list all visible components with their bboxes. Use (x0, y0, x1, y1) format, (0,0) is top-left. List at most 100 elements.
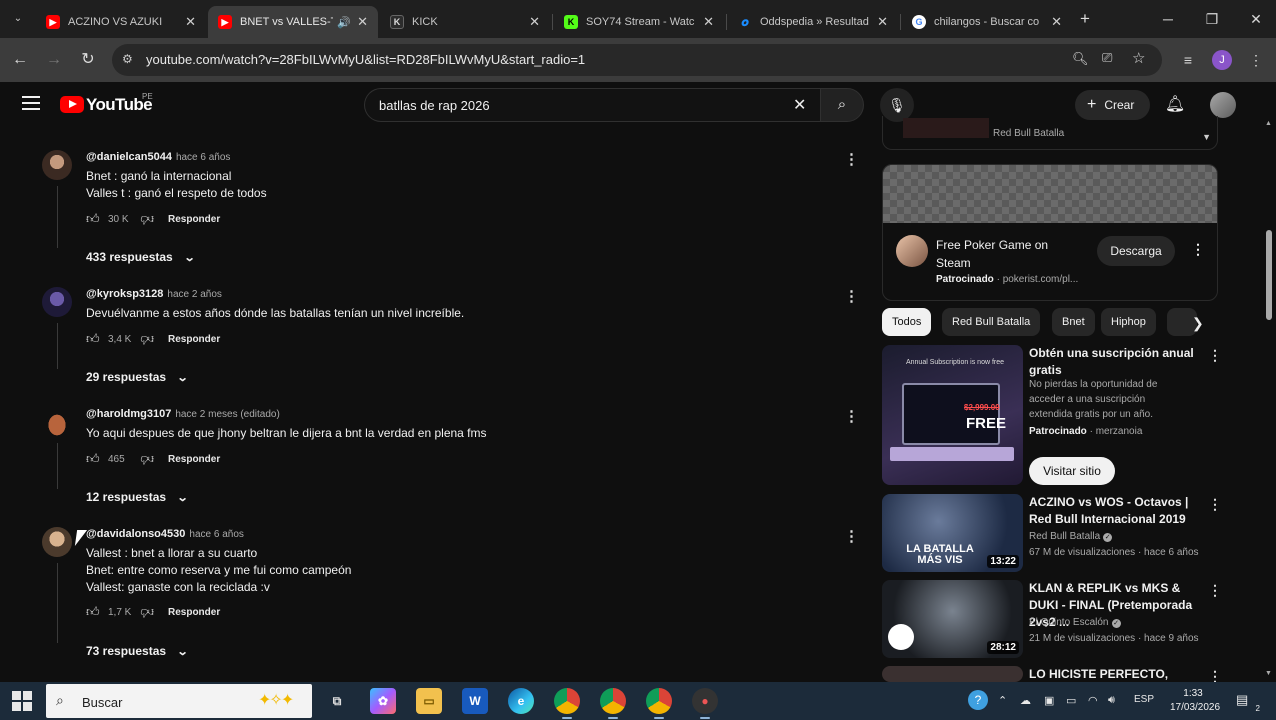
reply-button[interactable]: Responder (168, 607, 220, 618)
forward-button[interactable]: → (44, 50, 64, 70)
close-tab-icon[interactable]: ✕ (703, 14, 714, 30)
channel-name[interactable]: Red Bull Batalla (1029, 531, 1100, 542)
volume-icon[interactable]: 🔊︎ (1108, 694, 1115, 707)
ad-download-button[interactable]: Descarga (1097, 236, 1175, 266)
rec-channel[interactable]: El Quinto Escalón ✓ (1029, 615, 1121, 630)
account-avatar[interactable] (1210, 92, 1236, 118)
chevron-right-icon[interactable]: ❯ (1192, 315, 1204, 332)
comment-author[interactable]: @danielcan5044 (86, 151, 172, 163)
rec-channel[interactable]: Red Bull Batalla ✓ (1029, 529, 1113, 544)
reload-button[interactable]: ↻ (78, 50, 98, 70)
file-explorer-icon[interactable]: ▭ (416, 688, 442, 714)
comment-menu-icon[interactable]: ⋮ (844, 527, 859, 545)
chip-hiphop[interactable]: Hiphop (1101, 308, 1156, 336)
search-query[interactable]: batllas de rap 2026 (379, 98, 490, 113)
new-tab-button[interactable]: + (1076, 9, 1094, 29)
like-icon[interactable]: 👍︎ (86, 451, 102, 467)
tab-search-menu-button[interactable]: ⌄ (8, 10, 28, 28)
close-tab-icon[interactable]: ✕ (877, 14, 888, 30)
chrome-profile-icon[interactable] (646, 688, 672, 719)
recommended-video[interactable]: 28:12 KLAN & REPLIK vs MKS & DUKI - FINA… (882, 580, 1222, 658)
language-indicator[interactable]: ESP (1134, 694, 1154, 705)
chip-red-bull-batalla[interactable]: Red Bull Batalla (942, 308, 1041, 336)
comment-time[interactable]: hace 6 años (176, 152, 231, 163)
comment-menu-icon[interactable]: ⋮ (844, 287, 859, 305)
speaker-icon[interactable]: 🔊 (337, 16, 351, 29)
network-icon[interactable]: ▣ (1044, 694, 1054, 707)
tab-aczino[interactable]: ▶ ACZINO VS AZUKI ✕ (36, 6, 206, 38)
comment-menu-icon[interactable]: ⋮ (844, 407, 859, 425)
close-tab-icon[interactable]: ✕ (357, 14, 368, 30)
rec-title[interactable]: Obtén una suscripción anual gratis (1029, 345, 1199, 379)
dislike-icon[interactable]: 👍︎ (138, 211, 154, 227)
commenter-avatar[interactable] (42, 287, 72, 317)
view-replies-button[interactable]: 29 respuestas ⌄ (86, 370, 189, 384)
view-replies-button[interactable]: 433 respuestas ⌄ (86, 250, 195, 264)
close-window-button[interactable]: ✕ (1236, 8, 1276, 30)
tab-bnet-valles[interactable]: ▶ BNET vs VALLES-T 🔊 ✕ (208, 6, 378, 38)
taskbar-search-placeholder[interactable]: Buscar (82, 695, 122, 710)
comment-time[interactable]: hace 2 meses (editado) (175, 409, 280, 420)
rec-menu-icon[interactable]: ⋮ (1208, 496, 1222, 513)
tab-soy74[interactable]: K SOY74 Stream - Watc ✕ (554, 6, 724, 38)
recorder-app-icon[interactable]: ● (692, 688, 718, 719)
comment-author[interactable]: @haroldmg3107 (86, 408, 171, 420)
video-thumbnail[interactable] (882, 666, 1023, 682)
like-icon[interactable]: 👍︎ (86, 604, 102, 620)
windows-start-icon[interactable] (12, 691, 32, 711)
scroll-up-arrow-icon[interactable]: ▲ (1265, 120, 1272, 127)
zoom-icon[interactable]: 🔍︎ (1072, 51, 1089, 67)
page-scrollbar[interactable] (1266, 230, 1272, 320)
dislike-icon[interactable]: 👍︎ (138, 331, 154, 347)
ad-avatar[interactable] (896, 235, 928, 267)
maximize-button[interactable]: ❐ (1192, 8, 1232, 30)
rec-menu-icon[interactable]: ⋮ (1208, 347, 1222, 364)
ad-thumbnail[interactable]: Annual Subscription is now free $2,999.0… (882, 345, 1023, 485)
commenter-avatar[interactable] (42, 527, 72, 557)
notification-center-icon[interactable]: ▤ 2 (1236, 692, 1260, 713)
help-icon[interactable]: ? (968, 690, 988, 710)
visit-site-button[interactable]: Visitar sitio (1029, 457, 1115, 485)
rec-title[interactable]: LO HICISTE PERFECTO, PERO (1029, 666, 1199, 682)
word-icon[interactable]: W (462, 688, 488, 714)
chip-bnet[interactable]: Bnet (1052, 308, 1095, 336)
view-replies-button[interactable]: 12 respuestas ⌄ (86, 490, 189, 504)
recommended-video[interactable]: LO HICISTE PERFECTO, PERO ⋮ (882, 666, 1218, 682)
chrome-profile-icon[interactable] (600, 688, 626, 719)
dislike-icon[interactable]: 👍︎ (138, 604, 154, 620)
search-input[interactable]: batllas de rap 2026 ✕ (364, 88, 822, 122)
rec-title[interactable]: ACZINO vs WOS - Octavos | Red Bull Inter… (1029, 494, 1199, 528)
mix-channel-name[interactable]: Red Bull Batalla (993, 128, 1064, 139)
youtube-logo-icon[interactable] (60, 96, 84, 113)
video-thumbnail[interactable]: 28:12 (882, 580, 1023, 658)
sponsored-recommendation[interactable]: Annual Subscription is now free $2,999.0… (882, 345, 1222, 485)
rec-menu-icon[interactable]: ⋮ (1208, 582, 1222, 599)
comment-author[interactable]: @kyroksp3128 (86, 288, 163, 300)
close-tab-icon[interactable]: ✕ (185, 14, 196, 30)
close-tab-icon[interactable]: ✕ (1051, 14, 1062, 30)
url-text[interactable]: youtube.com/watch?v=28FbILWvMyU&list=RD2… (146, 52, 585, 67)
ad-menu-icon[interactable]: ⋮ (1191, 241, 1205, 258)
copilot-icon[interactable]: ✿ (370, 688, 396, 714)
onedrive-icon[interactable]: ☁ (1020, 694, 1031, 707)
install-app-icon[interactable]: ⎚ (1102, 50, 1112, 66)
expand-playlist-icon[interactable]: ▼ (1202, 132, 1211, 142)
video-thumbnail[interactable]: LA BATALLA MÁS VIS 13:22 (882, 494, 1023, 572)
rec-menu-icon[interactable]: ⋮ (1208, 668, 1218, 682)
profile-avatar[interactable]: J (1212, 50, 1232, 70)
reply-button[interactable]: Responder (168, 214, 220, 225)
like-filled-icon[interactable]: 👍︎ (86, 331, 102, 347)
like-icon[interactable]: 👍︎ (86, 211, 102, 227)
notifications-bell-icon[interactable]: 🔔︎ (1164, 94, 1186, 116)
minimize-button[interactable]: ─ (1148, 8, 1188, 30)
tab-chilangos[interactable]: G chilangos - Buscar co ✕ (902, 6, 1072, 38)
commenter-avatar[interactable] (42, 150, 72, 180)
back-button[interactable]: ← (10, 50, 30, 70)
media-control-icon[interactable]: ≡ (1178, 50, 1198, 70)
reply-button[interactable]: Responder (168, 334, 220, 345)
ad-title[interactable]: Free Poker Game on Steam (936, 236, 1076, 272)
search-button[interactable]: ⌕ (820, 88, 864, 122)
battery-icon[interactable]: ▭ (1066, 694, 1076, 707)
channel-name[interactable]: El Quinto Escalón (1029, 617, 1109, 628)
comment-time[interactable]: hace 2 años (167, 289, 222, 300)
